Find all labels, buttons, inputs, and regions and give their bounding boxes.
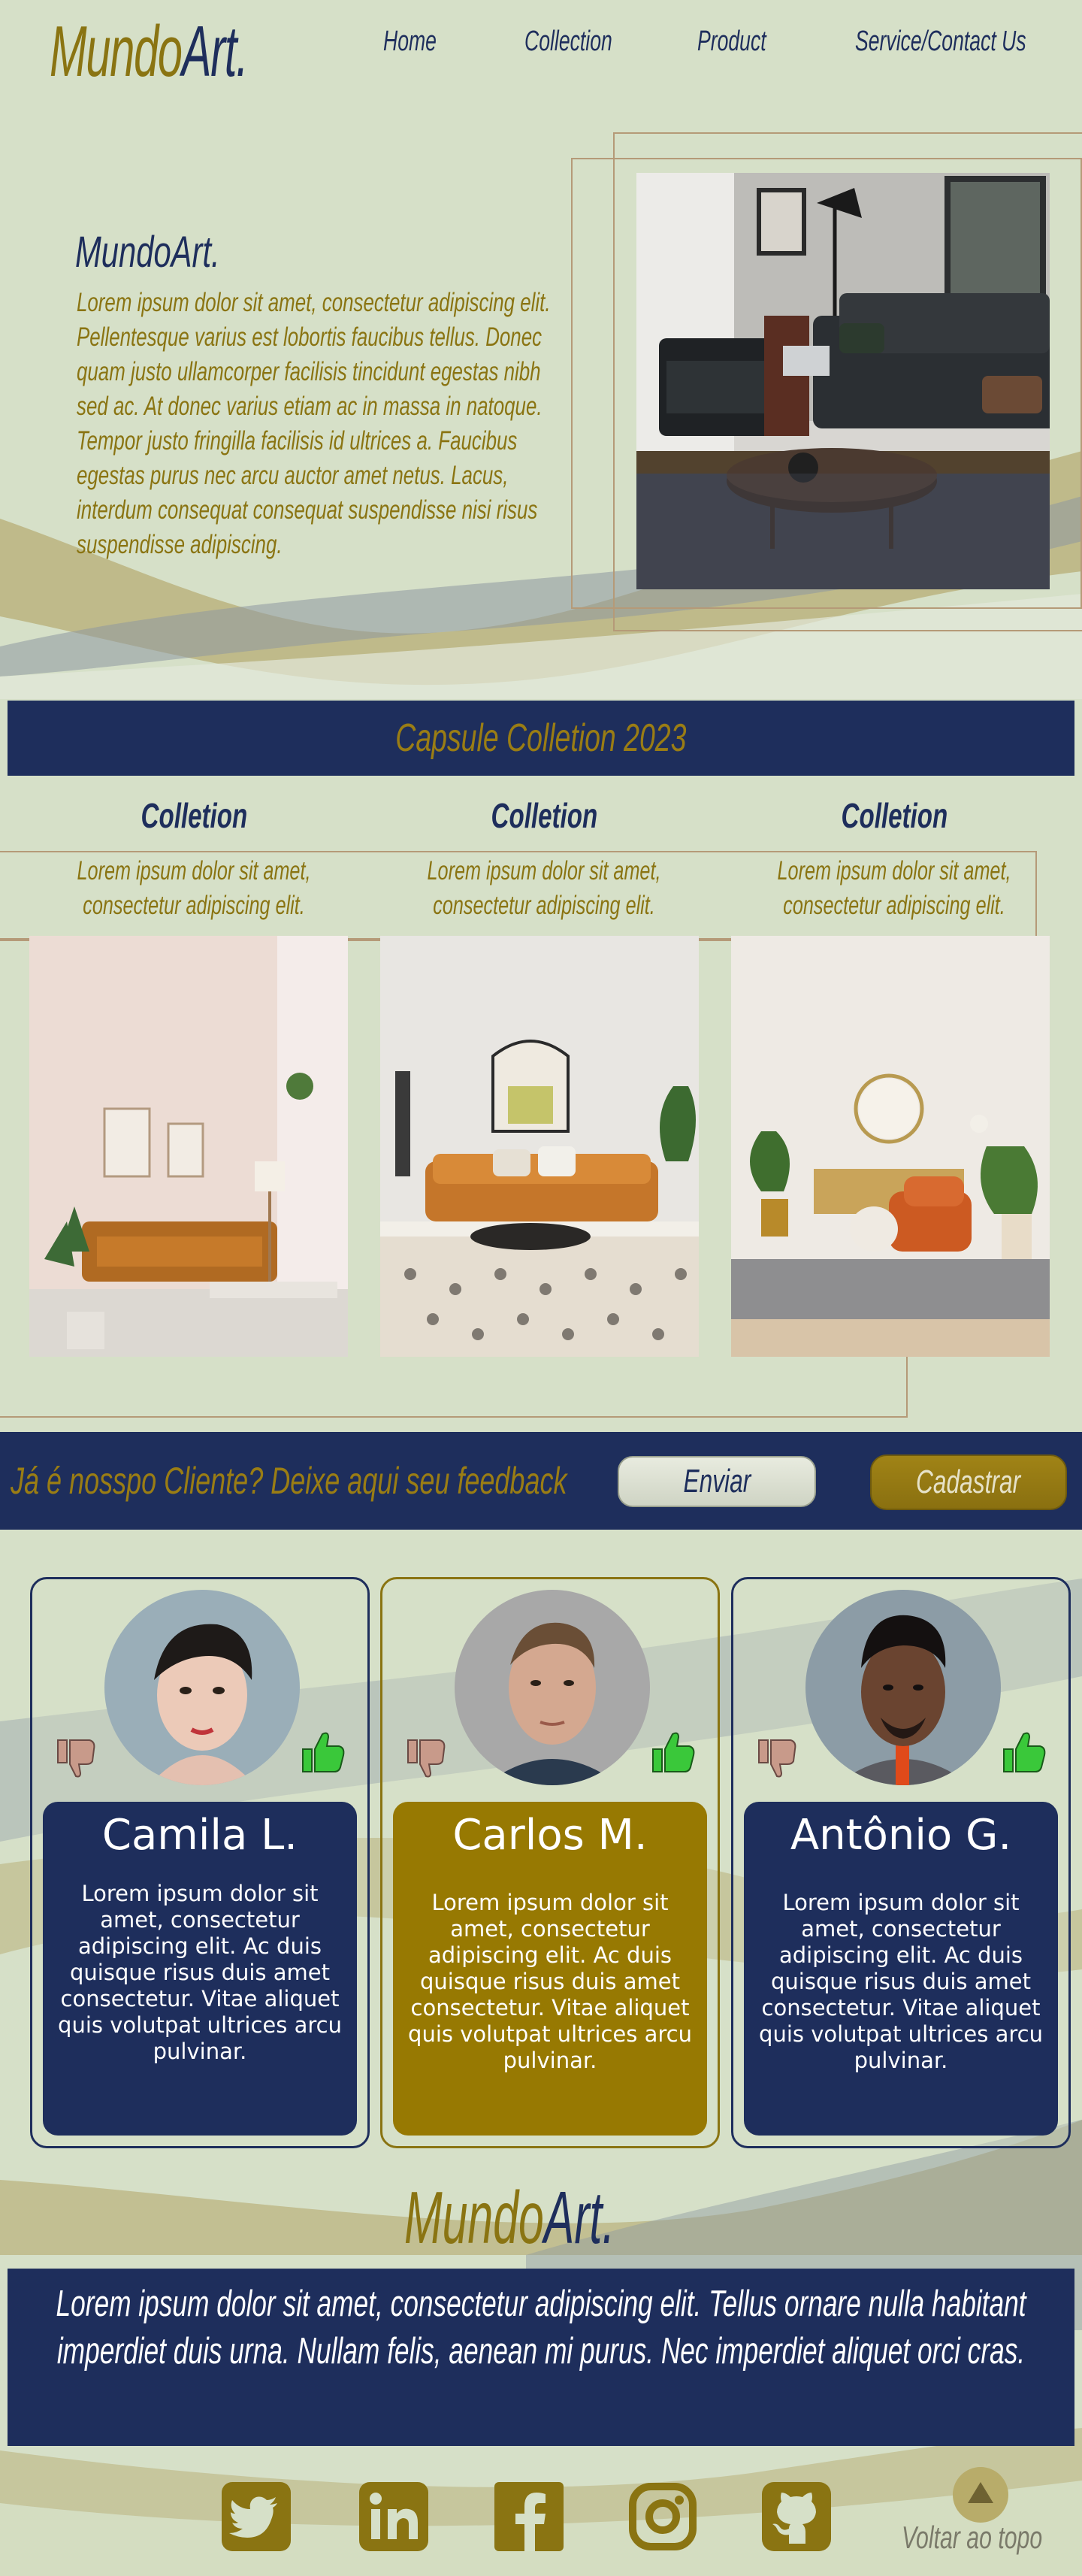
testimonial-body: Carlos M. Lorem ipsum dolor sit amet, co…	[393, 1802, 707, 2136]
twitter-icon[interactable]	[222, 2482, 291, 2551]
instagram-icon[interactable]	[628, 2482, 697, 2551]
collection-image[interactable]	[380, 936, 699, 1357]
testimonial-card: Camila L. Lorem ipsum dolor sit amet, co…	[30, 1577, 370, 2148]
collection-description: Lorem ipsum dolor sit amet, consectetur …	[427, 856, 661, 920]
testimonial-body: Camila L. Lorem ipsum dolor sit amet, co…	[43, 1802, 357, 2136]
collection-image[interactable]	[29, 936, 348, 1357]
collection-title[interactable]: Colletion	[736, 795, 1052, 836]
testimonial-name: Antônio G.	[790, 1811, 1012, 1860]
collection-title[interactable]: Colletion	[36, 795, 352, 836]
footer-text: Lorem ipsum dolor sit amet, consectetur …	[56, 2284, 1026, 2372]
capsule-banner: Capsule Colletion 2023	[8, 701, 1074, 776]
nav-product[interactable]: Product	[697, 26, 796, 58]
footer-logo[interactable]: MundoArt.	[404, 2175, 744, 2260]
dislike-icon[interactable]	[756, 1737, 801, 1779]
footer-text-band: Lorem ipsum dolor sit amet, consectetur …	[8, 2269, 1074, 2446]
dislike-icon[interactable]	[55, 1737, 100, 1779]
facebook-icon[interactable]	[494, 2482, 564, 2551]
avatar	[805, 1590, 1001, 1785]
testimonial-name: Carlos M.	[452, 1811, 648, 1860]
testimonial-name: Camila L.	[101, 1811, 298, 1860]
testimonial-text: Lorem ipsum dolor sit amet, consectetur …	[58, 1881, 342, 2064]
avatar	[104, 1590, 300, 1785]
testimonial-card: Antônio G. Lorem ipsum dolor sit amet, c…	[731, 1577, 1071, 2148]
collection-description: Lorem ipsum dolor sit amet, consectetur …	[777, 856, 1011, 920]
testimonial-body: Antônio G. Lorem ipsum dolor sit amet, c…	[744, 1802, 1058, 2136]
collection-description: Lorem ipsum dolor sit amet, consectetur …	[77, 856, 311, 920]
main-nav: Home Collection Product Service/Contact …	[0, 26, 1082, 63]
nav-home[interactable]: Home	[383, 26, 459, 58]
like-icon[interactable]	[1001, 1730, 1049, 1775]
like-icon[interactable]	[650, 1730, 698, 1775]
back-to-top-button[interactable]	[953, 2467, 1008, 2523]
linkedin-icon[interactable]	[359, 2482, 428, 2551]
collection-title[interactable]: Colletion	[386, 795, 702, 836]
hero-title: MundoArt.	[75, 228, 220, 277]
register-button[interactable]: Cadastrar	[870, 1454, 1067, 1510]
testimonial-text: Lorem ipsum dolor sit amet, consectetur …	[759, 1890, 1043, 2073]
testimonial-text: Lorem ipsum dolor sit amet, consectetur …	[408, 1890, 692, 2073]
testimonial-card: Carlos M. Lorem ipsum dolor sit amet, co…	[380, 1577, 720, 2148]
back-to-top-label[interactable]: Voltar ao topo	[902, 2520, 1082, 2556]
hero-living-room-image	[636, 173, 1050, 589]
github-icon[interactable]	[762, 2482, 831, 2551]
nav-service-contact[interactable]: Service/Contact Us	[855, 26, 1082, 58]
feedback-bar: Já é nosspo Cliente? Deixe aqui seu feed…	[0, 1432, 1082, 1530]
dislike-icon[interactable]	[405, 1737, 450, 1779]
nav-collection[interactable]: Collection	[524, 26, 650, 58]
footer-logo-part1: Mundo	[404, 2176, 544, 2259]
avatar	[455, 1590, 650, 1785]
collection-image[interactable]	[731, 936, 1050, 1357]
send-feedback-button[interactable]: Enviar	[618, 1456, 816, 1507]
footer-logo-part2: Art.	[543, 2176, 615, 2259]
hero-text: Lorem ipsum dolor sit amet, consectetur …	[77, 288, 551, 559]
like-icon[interactable]	[300, 1730, 348, 1775]
